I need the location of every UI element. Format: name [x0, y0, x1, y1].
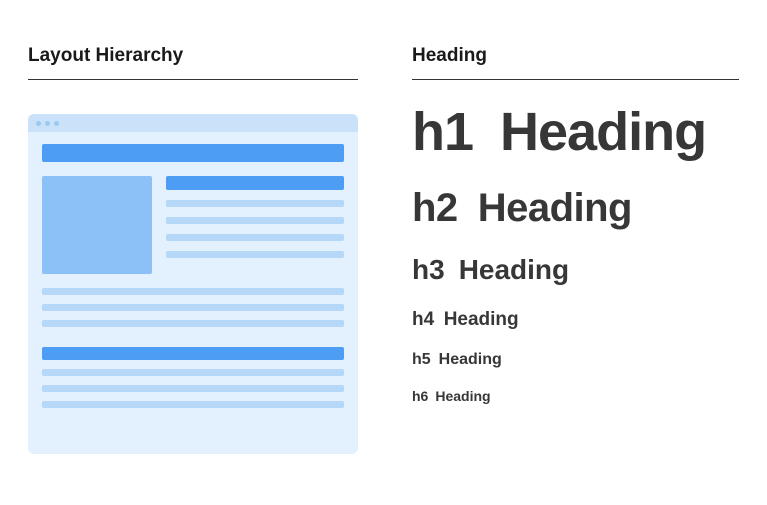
- heading-h1: h1 Heading: [412, 104, 739, 161]
- wireframe-image-block: [42, 176, 152, 274]
- wireframe-text-line: [42, 385, 344, 392]
- window-dot-icon: [54, 121, 59, 126]
- heading-h5: h5 Heading: [412, 352, 739, 369]
- heading-section-title: Heading: [412, 45, 739, 80]
- heading-h2: h2 Heading: [412, 187, 739, 229]
- wireframe-subheading-bar: [166, 176, 344, 190]
- wireframe-text-line: [166, 234, 344, 241]
- wireframe-hero-text: [166, 176, 344, 274]
- wireframe-header-bar: [42, 144, 344, 162]
- heading-column: Heading h1 Heading h2 Heading h3 Heading…: [412, 45, 739, 485]
- wireframe-text-line: [42, 288, 344, 295]
- heading-tag: h4: [412, 310, 434, 330]
- window-dot-icon: [45, 121, 50, 126]
- wireframe-text-line: [42, 401, 344, 408]
- heading-tag: h2: [412, 187, 458, 229]
- heading-label: Heading: [478, 187, 632, 229]
- wireframe-hero: [42, 176, 344, 274]
- wireframe-text-line: [42, 320, 344, 327]
- wireframe-text-line: [166, 200, 344, 207]
- heading-tag: h5: [412, 352, 431, 369]
- heading-label: Heading: [444, 310, 519, 330]
- layout-wireframe: [28, 114, 358, 454]
- wireframe-text-line: [166, 251, 344, 258]
- wireframe-body: [28, 132, 358, 422]
- window-dot-icon: [36, 121, 41, 126]
- wireframe-text-line: [42, 369, 344, 376]
- heading-h3: h3 Heading: [412, 255, 739, 284]
- heading-label: Heading: [439, 352, 502, 369]
- wireframe-titlebar: [28, 114, 358, 132]
- heading-tag: h6: [412, 389, 428, 404]
- heading-label: Heading: [459, 255, 569, 284]
- heading-h6: h6 Heading: [412, 389, 739, 404]
- heading-label: Heading: [500, 104, 706, 161]
- wireframe-text-line: [42, 304, 344, 311]
- heading-tag: h3: [412, 255, 445, 284]
- layout-hierarchy-title: Layout Hierarchy: [28, 45, 358, 80]
- layout-hierarchy-column: Layout Hierarchy: [28, 45, 358, 485]
- wireframe-paragraph: [42, 288, 344, 327]
- wireframe-subheading-bar: [42, 347, 344, 360]
- heading-label: Heading: [435, 389, 490, 404]
- heading-tag: h1: [412, 104, 473, 161]
- wireframe-section: [42, 347, 344, 408]
- wireframe-text-line: [166, 217, 344, 224]
- heading-h4: h4 Heading: [412, 310, 739, 330]
